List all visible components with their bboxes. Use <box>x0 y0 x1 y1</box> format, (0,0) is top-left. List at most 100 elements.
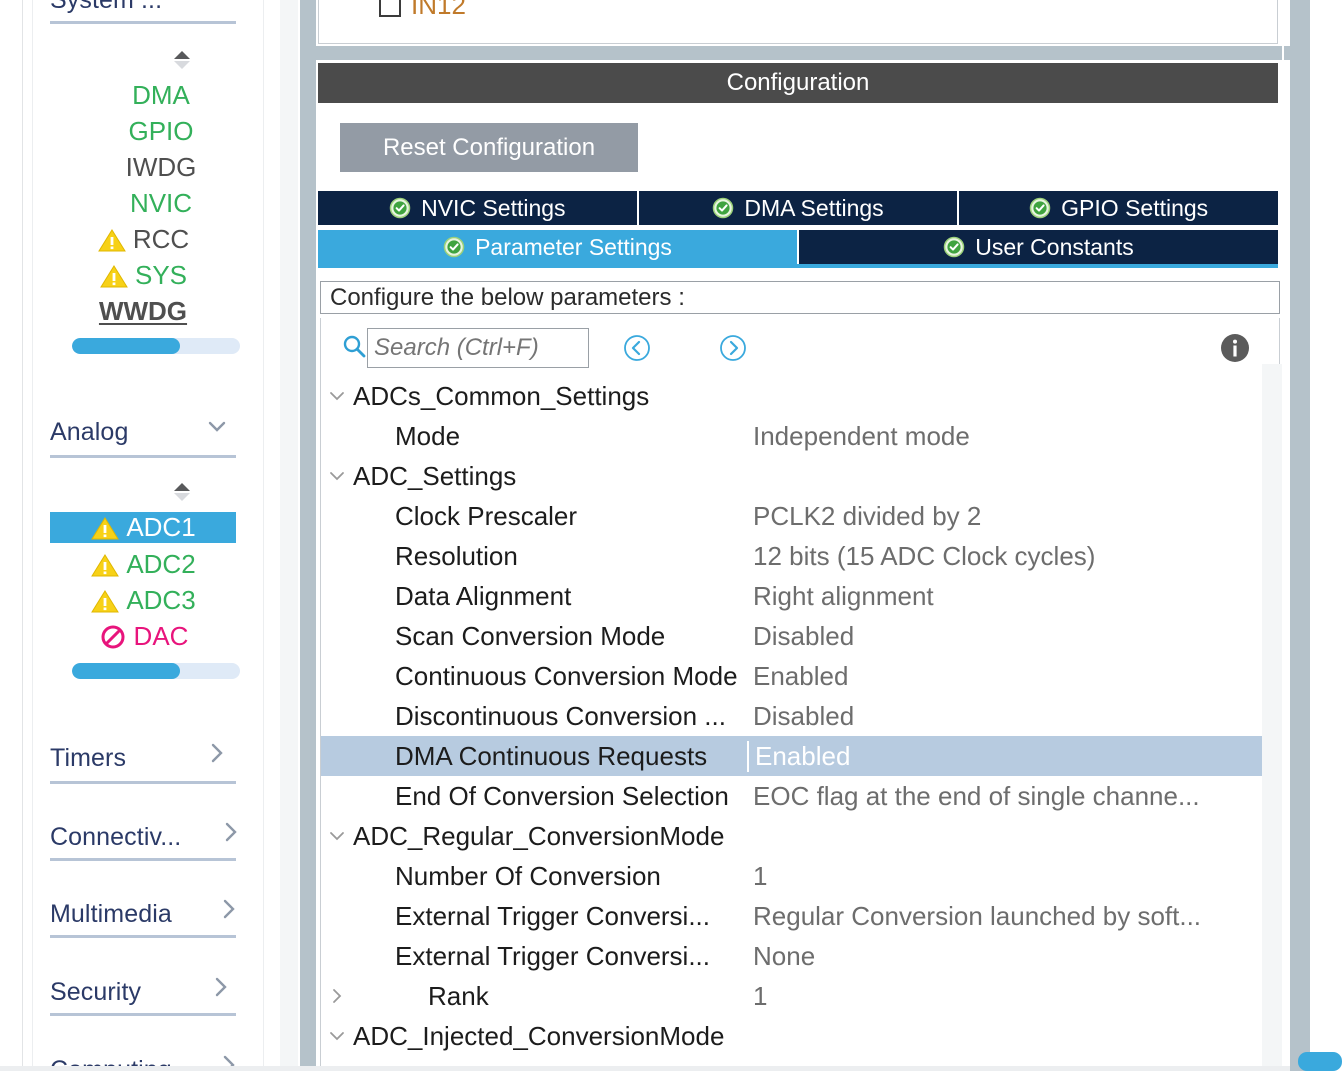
tree-scrollbar-track[interactable] <box>1262 364 1282 1071</box>
tree-row[interactable]: Mode Independent mode <box>321 416 1280 456</box>
sidebar-scroll-up-widget-analog[interactable] <box>168 478 196 504</box>
component-sidebar: System ... DMA GPIO IWDG N <box>0 0 280 1071</box>
tab-parameter-settings[interactable]: Parameter Settings <box>318 230 799 264</box>
tree-row[interactable]: Continuous Conversion Mode Enabled <box>321 656 1280 696</box>
sidebar-left-edge <box>22 0 23 1071</box>
chevron-right-icon[interactable] <box>321 987 353 1005</box>
tree-param-value[interactable]: 1 <box>753 861 767 892</box>
tree-param-name: DMA Continuous Requests <box>395 741 707 772</box>
checkbox-row-in12[interactable]: IN12 <box>379 0 466 21</box>
chevron-right-icon <box>218 898 240 920</box>
tab-nvic-settings[interactable]: NVIC Settings <box>318 191 639 225</box>
sidebar-group-label-connectivity: Connectiv... <box>50 823 181 852</box>
sidebar-group-label-analog: Analog <box>50 418 128 447</box>
component-main-pane: IN12 Configuration Reset Configuration N… <box>316 0 1342 1071</box>
tree-category-row[interactable]: ADCs_Common_Settings <box>321 376 1280 416</box>
tree-param-value[interactable]: Disabled <box>753 621 854 652</box>
sidebar-item-label: IWDG <box>126 152 197 183</box>
chevron-right-circle-icon[interactable] <box>719 334 747 362</box>
tree-row[interactable]: Data Alignment Right alignment <box>321 576 1280 616</box>
chevron-down-icon[interactable] <box>321 1027 353 1045</box>
tree-param-name: Data Alignment <box>395 581 571 612</box>
checkbox-in12[interactable] <box>379 0 401 17</box>
sidebar-group-label-timers: Timers <box>50 744 126 773</box>
sidebar-item-adc1[interactable]: ADC1 <box>50 512 236 543</box>
sidebar-group-header-timers[interactable]: Timers <box>50 744 264 773</box>
sidebar-outer-gray-column <box>300 0 316 1071</box>
tab-gpio-settings[interactable]: GPIO Settings <box>959 191 1278 225</box>
tree-param-value[interactable]: EOC flag at the end of single channe... <box>753 781 1200 812</box>
tab-label: User Constants <box>975 234 1134 261</box>
chevron-down-icon[interactable] <box>321 467 353 485</box>
tab-user-constants[interactable]: User Constants <box>799 230 1278 264</box>
chevron-right-icon <box>206 742 228 764</box>
tree-category-row[interactable]: ADC_Regular_ConversionMode <box>321 816 1280 856</box>
tree-param-value[interactable]: Enabled <box>753 661 848 692</box>
tree-row[interactable]: External Trigger Conversi... Regular Con… <box>321 896 1280 936</box>
sidebar-item-label: WWDG <box>99 296 187 327</box>
horizontal-scrollbar-thumb[interactable] <box>1298 1052 1342 1071</box>
tab-dma-settings[interactable]: DMA Settings <box>639 191 960 225</box>
tree-row[interactable]: Resolution 12 bits (15 ADC Clock cycles) <box>321 536 1280 576</box>
tree-row[interactable]: End Of Conversion Selection EOC flag at … <box>321 776 1280 816</box>
sidebar-item-sys[interactable]: SYS <box>50 260 236 291</box>
sidebar-group-header-multimedia[interactable]: Multimedia <box>50 900 264 929</box>
sidebar-divider-multimedia <box>50 935 236 938</box>
tree-param-value[interactable]: Disabled <box>753 701 854 732</box>
tree-param-value[interactable]: 12 bits (15 ADC Clock cycles) <box>753 541 1095 572</box>
sidebar-item-iwdg[interactable]: IWDG <box>50 152 236 183</box>
chevron-left-circle-icon[interactable] <box>623 334 651 362</box>
tree-param-value[interactable]: Independent mode <box>753 421 970 452</box>
sidebar-item-dac[interactable]: DAC <box>50 621 236 652</box>
chevron-down-icon[interactable] <box>321 387 353 405</box>
sidebar-item-label: ADC1 <box>126 512 195 543</box>
chevron-down-icon[interactable] <box>321 827 353 845</box>
warning-icon <box>90 515 120 541</box>
search-input[interactable] <box>367 328 589 368</box>
tree-row[interactable]: External Trigger Conversi... None <box>321 936 1280 976</box>
sidebar-item-gpio[interactable]: GPIO <box>50 116 236 147</box>
warning-icon <box>97 227 127 253</box>
tree-param-value[interactable]: 1 <box>753 981 767 1012</box>
sidebar-item-adc3[interactable]: ADC3 <box>50 585 236 616</box>
tree-row-selected[interactable]: DMA Continuous Requests Enabled <box>321 736 1280 776</box>
tree-param-value[interactable]: None <box>753 941 815 972</box>
tree-param-value[interactable]: Regular Conversion launched by soft... <box>753 901 1201 932</box>
sidebar-item-adc2[interactable]: ADC2 <box>50 549 236 580</box>
reset-configuration-button[interactable]: Reset Configuration <box>340 123 638 172</box>
tree-param-name: External Trigger Conversi... <box>395 901 710 932</box>
tree-row[interactable]: Scan Conversion Mode Disabled <box>321 616 1280 656</box>
sidebar-item-label: DAC <box>134 621 189 652</box>
tree-param-value[interactable]: Right alignment <box>753 581 934 612</box>
configure-instruction-box: Configure the below parameters : <box>320 281 1280 314</box>
sidebar-scroll-up-widget-system[interactable] <box>168 46 196 72</box>
tree-category-row[interactable]: ADC_Settings <box>321 456 1280 496</box>
tree-row[interactable]: Number Of Conversion 1 <box>321 856 1280 896</box>
tree-row-rank[interactable]: Rank 1 <box>321 976 1280 1016</box>
tree-param-value[interactable]: PCLK2 divided by 2 <box>753 501 981 532</box>
check-circle-icon <box>389 197 411 219</box>
info-icon[interactable] <box>1219 332 1251 364</box>
sidebar-item-nvic[interactable]: NVIC <box>50 188 236 219</box>
chevron-right-icon <box>210 976 232 998</box>
sidebar-group-header-system[interactable]: System ... <box>50 0 264 15</box>
sidebar-group-header-analog[interactable]: Analog <box>50 418 264 447</box>
tree-param-name: Resolution <box>395 541 518 572</box>
sidebar-item-rcc[interactable]: RCC <box>50 224 236 255</box>
sidebar-group-header-security[interactable]: Security <box>50 978 264 1007</box>
sidebar-item-wwdg[interactable]: WWDG <box>50 296 236 327</box>
chevron-down-icon <box>206 416 228 438</box>
tree-row[interactable]: Clock Prescaler PCLK2 divided by 2 <box>321 496 1280 536</box>
tree-category-row[interactable]: ADC_Injected_ConversionMode <box>321 1016 1280 1056</box>
sidebar-scrollbar-track[interactable] <box>280 0 298 1071</box>
tree-param-name: Clock Prescaler <box>395 501 577 532</box>
warning-icon <box>90 552 120 578</box>
tree-param-name: Mode <box>395 421 460 452</box>
tree-param-value[interactable]: Enabled <box>747 741 850 772</box>
reset-configuration-label: Reset Configuration <box>383 134 595 162</box>
sidebar-item-label: NVIC <box>130 188 192 219</box>
sidebar-group-header-connectivity[interactable]: Connectiv... <box>50 823 264 852</box>
parameter-tree[interactable]: ADCs_Common_Settings Mode Independent mo… <box>320 376 1280 1071</box>
sidebar-item-dma[interactable]: DMA <box>50 80 236 111</box>
tree-row[interactable]: Discontinuous Conversion ... Disabled <box>321 696 1280 736</box>
